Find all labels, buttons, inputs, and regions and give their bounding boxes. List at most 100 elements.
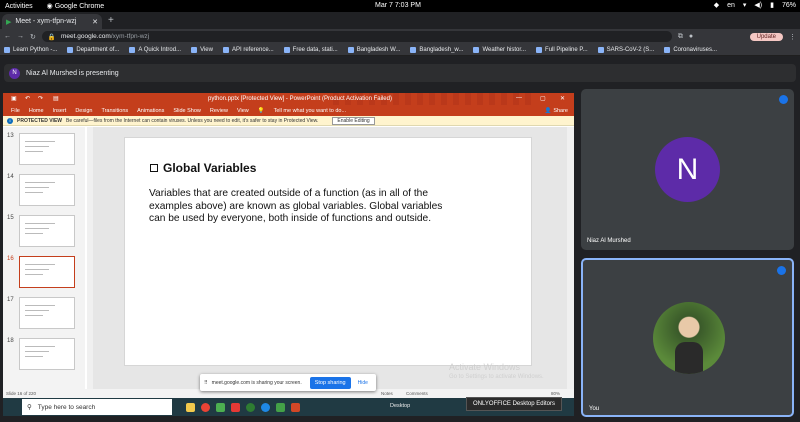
- bookmark-item[interactable]: SARS-CoV-2 (S...: [597, 46, 654, 53]
- update-button[interactable]: Update: [749, 32, 783, 41]
- comments-button[interactable]: Comments: [406, 391, 428, 396]
- current-slide[interactable]: Global Variables Variables that are crea…: [124, 137, 532, 366]
- thumbnail-number: 14: [7, 174, 14, 180]
- drag-handle-icon[interactable]: ⠿: [204, 380, 208, 386]
- bookmark-item[interactable]: API reference...: [222, 46, 274, 53]
- extensions-icon[interactable]: ⧉: [678, 33, 683, 41]
- profile-icon[interactable]: ●: [689, 33, 693, 40]
- bookmark-item[interactable]: A Quick Introd...: [129, 46, 181, 53]
- bookmark-item[interactable]: Department of...: [67, 46, 119, 53]
- bookmark-favicon-icon: [67, 46, 74, 53]
- screen-sharing-bar: ⠿ meet.google.com is sharing your screen…: [200, 374, 376, 391]
- ribbon-tab[interactable]: Slide Show: [173, 108, 201, 114]
- clock[interactable]: Mar 7 7:03 PM: [375, 2, 421, 9]
- bookmark-item[interactable]: Bangladesh W...: [347, 46, 400, 53]
- bookmarks-bar: Learn Python -... Department of... A Quick…: [0, 44, 800, 56]
- more-options-icon[interactable]: [779, 95, 788, 104]
- ppt-window-title: python.pptx [Protected View] - PowerPoin…: [208, 96, 392, 102]
- onlyoffice-tooltip: ONLYOFFICE Desktop Editors: [466, 397, 562, 411]
- maximize-button[interactable]: ▢: [540, 95, 546, 102]
- slide-thumbnail[interactable]: [19, 174, 75, 206]
- gnome-top-bar: Activities ◉ Google Chrome Mar 7 7:03 PM…: [0, 0, 800, 12]
- zoom-level[interactable]: 80%: [551, 391, 560, 396]
- participant-tile-niaz[interactable]: N Niaz Al Murshed: [581, 89, 794, 250]
- active-app-menu[interactable]: ◉ Google Chrome: [47, 2, 104, 10]
- ribbon-tabs: File Home Insert Design Transitions Animation…: [3, 105, 574, 116]
- presenting-text: Niaz Al Murshed is presenting: [26, 69, 119, 77]
- thumbnail-number: 18: [7, 338, 14, 344]
- address-bar[interactable]: 🔒 meet.google.com/xym-tfpn-wzj: [41, 31, 672, 42]
- bookmark-item[interactable]: Bangladesh_w...: [410, 46, 463, 53]
- app-icon[interactable]: [276, 402, 285, 412]
- bookmark-item[interactable]: Full Pipeline P...: [536, 46, 588, 53]
- enable-editing-button[interactable]: Enable Editing: [332, 116, 375, 125]
- battery-icon: ▮: [770, 2, 774, 9]
- bookmark-item[interactable]: Free data, stati...: [283, 46, 338, 53]
- taskbar-search[interactable]: ⚲ Type here to search: [22, 399, 172, 415]
- ribbon-tab[interactable]: Animations: [137, 108, 164, 114]
- close-window-button[interactable]: ✕: [560, 95, 565, 102]
- bookmark-item[interactable]: Learn Python -...: [4, 46, 57, 53]
- tab-strip: ▶ Meet - xym-tfpn-wzj ✕ +: [0, 12, 800, 29]
- activities-button[interactable]: Activities: [5, 3, 33, 10]
- hide-button[interactable]: Hide: [358, 380, 368, 386]
- tell-me-box[interactable]: Tell me what you want to do...: [274, 108, 346, 114]
- undo-icon[interactable]: ↶: [25, 95, 30, 102]
- edge-icon[interactable]: [261, 402, 270, 412]
- back-icon[interactable]: ←: [4, 33, 11, 40]
- reload-icon[interactable]: ↻: [30, 33, 36, 41]
- desktop-label[interactable]: Desktop: [390, 403, 410, 409]
- bookmark-favicon-icon: [664, 46, 671, 53]
- menu-icon[interactable]: ⋮: [789, 33, 796, 41]
- url-path: /xym-tfpn-wzj: [110, 33, 150, 40]
- redo-icon[interactable]: ↷: [38, 95, 43, 102]
- stop-sharing-button[interactable]: Stop sharing: [309, 376, 351, 389]
- bookmark-item[interactable]: Weather histor...: [473, 46, 527, 53]
- app-icon[interactable]: [231, 402, 240, 412]
- app-icon[interactable]: [216, 402, 225, 412]
- save-icon[interactable]: ▣: [11, 95, 17, 102]
- start-slideshow-icon[interactable]: ▤: [53, 95, 59, 102]
- minimize-button[interactable]: —: [516, 95, 522, 101]
- ribbon-tab[interactable]: Design: [75, 108, 92, 114]
- slide-thumbnail[interactable]: [19, 338, 75, 370]
- share-button[interactable]: 👤 Share: [545, 108, 568, 114]
- thumbnail-number: 13: [7, 133, 14, 139]
- bookmark-item[interactable]: View: [191, 46, 213, 53]
- slide-thumbnail[interactable]: [19, 256, 75, 288]
- slide-body-text: Variables that are created outside of a …: [149, 188, 443, 224]
- ribbon-tab[interactable]: View: [237, 108, 249, 114]
- browser-toolbar: ← → ↻ 🔒 meet.google.com/xym-tfpn-wzj ⧉ ●…: [0, 29, 800, 44]
- sharing-message: meet.google.com is sharing your screen.: [211, 379, 302, 386]
- battery-percent: 76%: [781, 1, 796, 9]
- ribbon-tab[interactable]: Home: [29, 108, 44, 114]
- slide-thumbnail[interactable]: [19, 133, 75, 165]
- protected-view-bar: i PROTECTED VIEW Be careful—files from t…: [3, 116, 574, 126]
- forward-icon[interactable]: →: [17, 33, 24, 40]
- powerpoint-icon[interactable]: [291, 402, 300, 412]
- ribbon-tab[interactable]: Insert: [53, 108, 67, 114]
- notes-button[interactable]: Notes: [381, 391, 393, 396]
- chrome-icon[interactable]: [201, 402, 210, 412]
- close-tab-icon[interactable]: ✕: [92, 18, 98, 26]
- app-icon[interactable]: [246, 402, 255, 412]
- slide-thumbnail[interactable]: [19, 215, 75, 247]
- ribbon-tab[interactable]: Review: [210, 108, 228, 114]
- slide-thumbnail[interactable]: [19, 297, 75, 329]
- url-host: meet.google.com: [60, 33, 111, 40]
- slide-thumbnails-pane: 13 14 15 16 17 18: [3, 127, 85, 389]
- lightbulb-icon: 💡: [257, 107, 265, 114]
- bookmark-label: Weather histor...: [482, 46, 527, 53]
- more-options-icon[interactable]: [777, 266, 786, 275]
- tab-meet[interactable]: ▶ Meet - xym-tfpn-wzj ✕: [2, 14, 102, 29]
- ribbon-tab[interactable]: Transitions: [101, 108, 128, 114]
- new-tab-button[interactable]: +: [108, 15, 114, 26]
- ribbon-tab[interactable]: File: [11, 108, 20, 114]
- system-tray[interactable]: ◆ en ▾ ◀) ▮ 76%: [714, 1, 796, 10]
- file-explorer-icon[interactable]: [186, 402, 195, 412]
- bookmark-favicon-icon: [410, 46, 417, 53]
- participant-tile-you[interactable]: You: [581, 258, 794, 417]
- network-icon: ▾: [742, 2, 747, 9]
- slide-scrollbar[interactable]: [567, 127, 574, 389]
- bookmark-item[interactable]: Coronaviruses...: [664, 46, 717, 53]
